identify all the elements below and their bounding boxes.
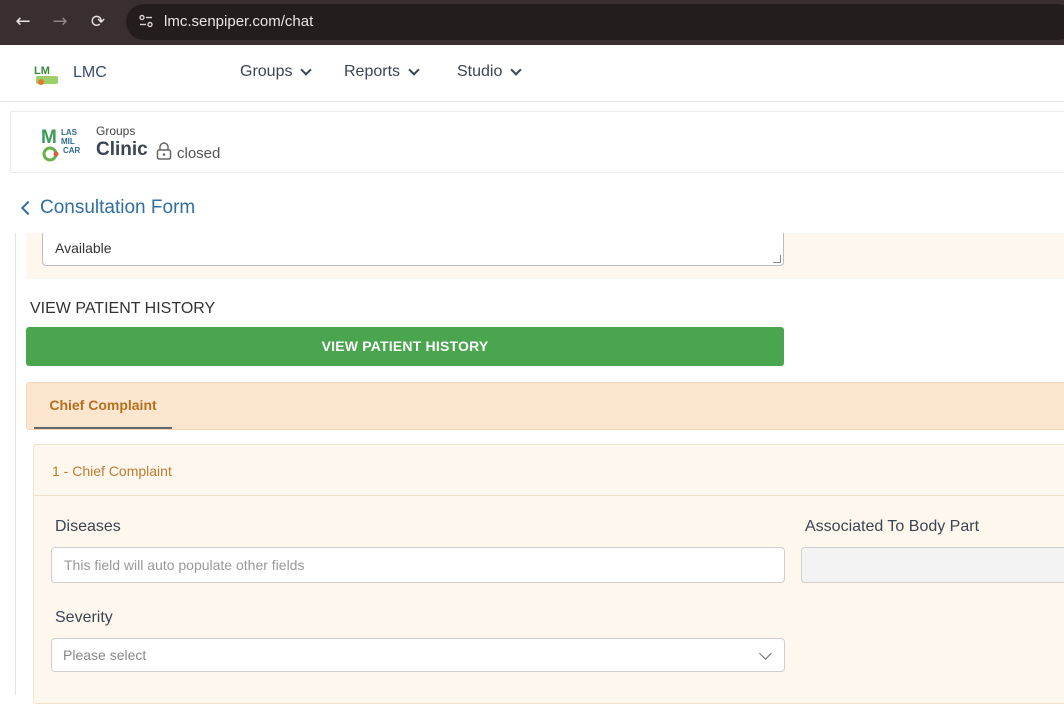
chief-complaint-section: 1 - Chief Complaint Diseases This field … <box>33 444 1064 704</box>
view-history-heading: VIEW PATIENT HISTORY <box>30 300 216 317</box>
resize-handle-icon[interactable] <box>773 255 781 263</box>
available-row: Available <box>26 233 1064 279</box>
nav-groups-label: Groups <box>240 63 293 80</box>
nav-reports-label: Reports <box>344 63 401 80</box>
app-header: LM LMC Groups Reports Studio <box>0 45 1064 102</box>
availability-textarea[interactable]: Available <box>42 233 784 266</box>
tune-icon[interactable] <box>137 13 155 31</box>
chevron-down-icon <box>759 647 772 660</box>
group-status: closed <box>177 145 221 162</box>
chevron-down-icon <box>408 64 420 76</box>
lock-icon <box>156 142 172 160</box>
availability-value: Available <box>55 240 112 256</box>
address-bar[interactable]: lmc.senpiper.com/chat <box>126 4 1064 40</box>
view-patient-history-button[interactable]: VIEW PATIENT HISTORY <box>26 327 784 366</box>
body-part-label: Associated To Body Part <box>805 518 980 535</box>
body-part-input[interactable] <box>801 547 1064 583</box>
nav-reports[interactable]: Reports <box>344 63 420 81</box>
severity-placeholder: Please select <box>63 647 147 663</box>
clinic-logo-icon: M LAS MIL CAR <box>41 125 83 163</box>
svg-text:LAS: LAS <box>61 128 78 137</box>
diseases-label: Diseases <box>55 518 121 535</box>
svg-text:LM: LM <box>34 65 50 77</box>
form-body: Available VIEW PATIENT HISTORY VIEW PATI… <box>15 233 1064 704</box>
chevron-left-icon <box>20 200 36 216</box>
chevron-down-icon <box>300 64 313 76</box>
lmc-logo-icon[interactable]: LM <box>33 60 61 88</box>
nav-groups[interactable]: Groups <box>240 63 313 81</box>
url-text[interactable]: lmc.senpiper.com/chat <box>164 13 313 31</box>
svg-text:M: M <box>41 127 57 148</box>
section-title: 1 - Chief Complaint <box>52 463 172 479</box>
group-name: Clinic <box>96 139 148 160</box>
group-label: Groups <box>96 124 136 138</box>
arrow-right-icon[interactable]: → <box>47 9 73 35</box>
svg-text:CAR: CAR <box>63 146 81 155</box>
reload-icon[interactable]: ⟳ <box>85 9 111 35</box>
arrow-left-icon[interactable]: ← <box>10 9 36 35</box>
app-name[interactable]: LMC <box>73 64 107 82</box>
nav-studio[interactable]: Studio <box>457 63 523 81</box>
form-title: Consultation Form <box>40 197 196 218</box>
diseases-input[interactable]: This field will auto populate other fiel… <box>51 547 785 583</box>
severity-select[interactable]: Please select <box>51 638 785 672</box>
browser-toolbar: ← → ⟳ lmc.senpiper.com/chat <box>0 0 1064 45</box>
svg-text:MIL: MIL <box>61 137 75 146</box>
group-header: M LAS MIL CAR Groups Clinic closed <box>10 111 1064 173</box>
back-to-form-link[interactable]: Consultation Form <box>20 197 195 219</box>
tab-bar: Chief Complaint <box>26 382 1064 430</box>
section-header[interactable]: 1 - Chief Complaint <box>34 445 1064 496</box>
chevron-down-icon <box>510 64 523 76</box>
nav-studio-label: Studio <box>457 63 503 80</box>
severity-label: Severity <box>55 609 113 626</box>
tab-chief-complaint[interactable]: Chief Complaint <box>34 383 172 429</box>
